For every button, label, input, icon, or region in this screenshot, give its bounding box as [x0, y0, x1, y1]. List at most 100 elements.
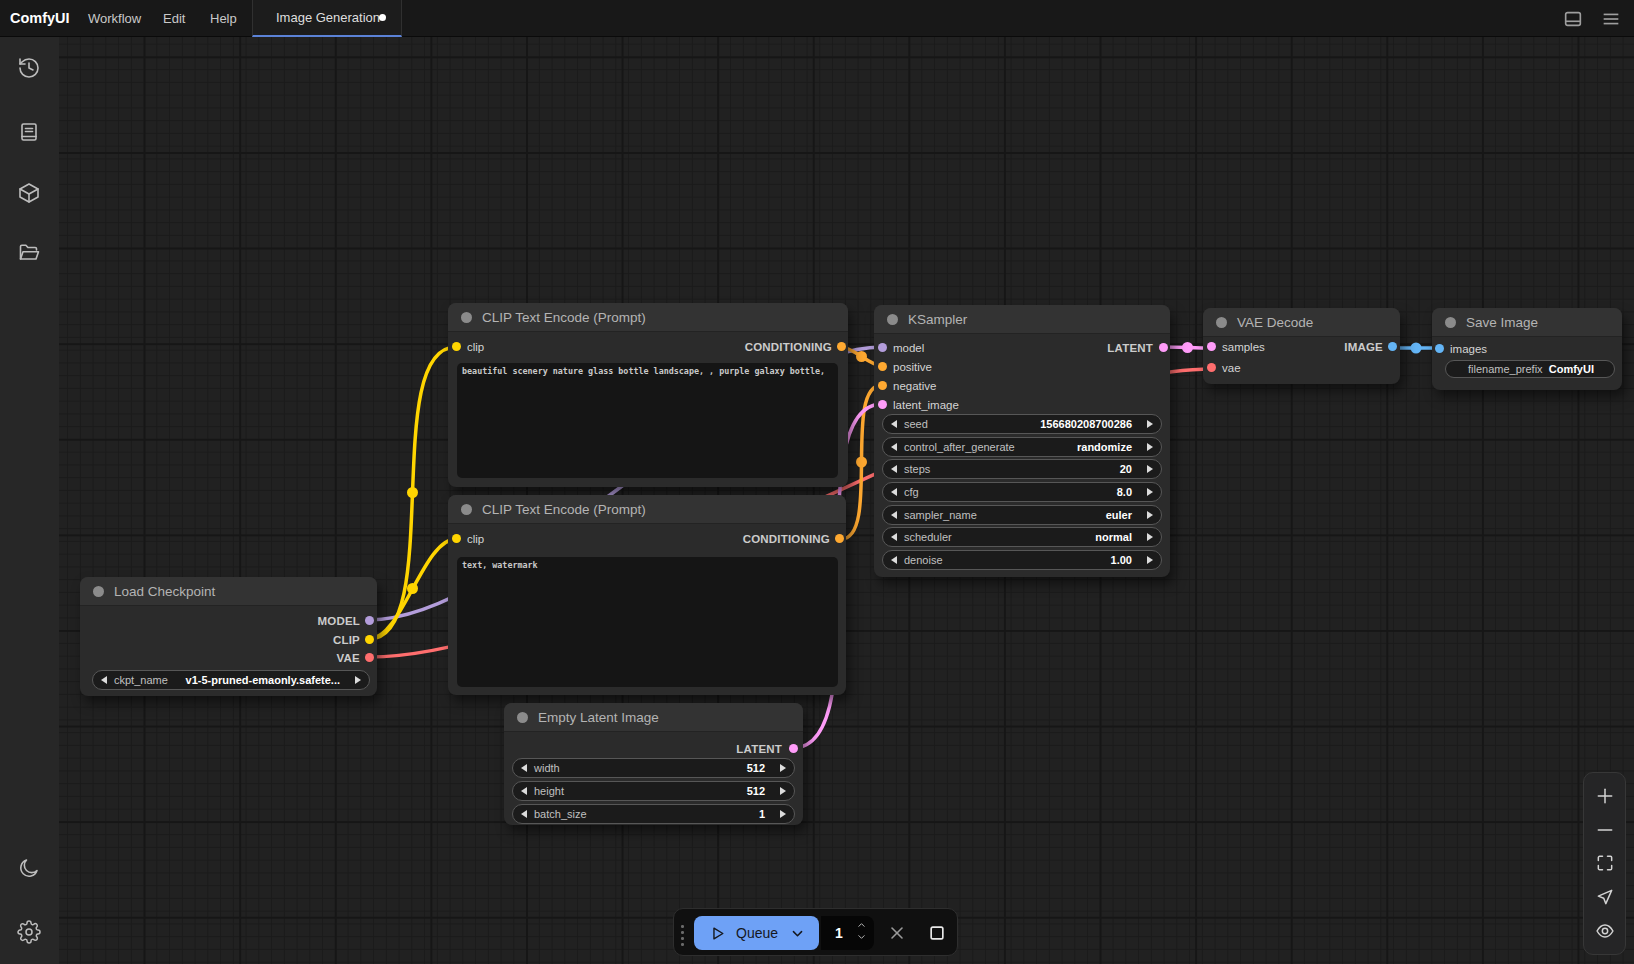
model-library-icon[interactable]: [17, 181, 41, 205]
node-vae-decode[interactable]: VAE Decode samples IMAGE vae: [1203, 308, 1400, 384]
widget-label: filename_prefix: [1468, 363, 1543, 375]
node-header[interactable]: CLIP Text Encode (Prompt): [448, 303, 848, 332]
sampler-name-widget[interactable]: sampler_name euler: [882, 505, 1162, 525]
theme-moon-icon[interactable]: [17, 856, 41, 880]
zoom-out-icon[interactable]: [1595, 820, 1615, 840]
node-header[interactable]: KSampler: [874, 305, 1170, 334]
input-port-latent-image[interactable]: [878, 400, 887, 409]
height-widget[interactable]: height 512: [512, 781, 795, 801]
seed-widget[interactable]: seed 156680208700286: [882, 414, 1162, 434]
node-header[interactable]: CLIP Text Encode (Prompt): [448, 495, 846, 524]
output-port-vae[interactable]: [365, 653, 374, 662]
next-value-arrow[interactable]: [1147, 556, 1153, 564]
next-value-arrow[interactable]: [1147, 443, 1153, 451]
workflow-tab[interactable]: Image Generation: [252, 0, 402, 37]
menu-help[interactable]: Help: [210, 0, 237, 37]
node-load-checkpoint[interactable]: Load Checkpoint MODEL CLIP VAE ckpt_name…: [80, 577, 377, 696]
node-clip-text-encode-negative[interactable]: CLIP Text Encode (Prompt) clip CONDITION…: [448, 495, 846, 695]
queue-button[interactable]: Queue: [694, 916, 819, 950]
scheduler-widget[interactable]: scheduler normal: [882, 527, 1162, 547]
next-value-arrow[interactable]: [780, 764, 786, 772]
ckpt-name-widget[interactable]: ckpt_name v1-5-pruned-emaonly.safete...: [92, 670, 370, 690]
fit-view-icon[interactable]: [1595, 853, 1615, 873]
menubar: ComfyUI Workflow Edit Help Image Generat…: [0, 0, 1634, 37]
zoom-in-icon[interactable]: [1595, 786, 1615, 806]
prev-value-arrow[interactable]: [891, 488, 897, 496]
prev-value-arrow[interactable]: [891, 420, 897, 428]
toggle-link-visibility-icon[interactable]: [1595, 921, 1615, 941]
prompt-textarea[interactable]: text, watermark: [457, 557, 838, 687]
input-port-clip[interactable]: [452, 342, 461, 351]
input-port-vae[interactable]: [1207, 363, 1216, 372]
input-port-model[interactable]: [878, 343, 887, 352]
batch-count-input[interactable]: 1: [821, 916, 874, 950]
output-port-conditioning[interactable]: [835, 534, 844, 543]
io-row: latent_image: [874, 395, 1170, 414]
next-value-arrow[interactable]: [1147, 488, 1153, 496]
node-clip-text-encode-positive[interactable]: CLIP Text Encode (Prompt) clip CONDITION…: [448, 303, 848, 487]
input-port-images[interactable]: [1435, 344, 1444, 353]
output-port-model[interactable]: [365, 616, 374, 625]
logs-icon[interactable]: [17, 120, 41, 144]
prev-value-arrow[interactable]: [891, 556, 897, 564]
next-value-arrow[interactable]: [1147, 533, 1153, 541]
input-port-clip[interactable]: [452, 534, 461, 543]
control-after-generate-widget[interactable]: control_after_generate randomize: [882, 437, 1162, 457]
prev-value-arrow[interactable]: [521, 787, 527, 795]
node-title: CLIP Text Encode (Prompt): [482, 310, 646, 325]
output-port-latent[interactable]: [1159, 343, 1168, 352]
menu-icon[interactable]: [1600, 8, 1622, 30]
input-port-positive[interactable]: [878, 362, 887, 371]
node-status-dot: [461, 504, 472, 515]
next-value-arrow[interactable]: [355, 676, 361, 684]
node-empty-latent-image[interactable]: Empty Latent Image LATENT width 512 heig…: [504, 703, 803, 825]
navigate-cursor-icon[interactable]: [1595, 887, 1615, 907]
workflows-folder-icon[interactable]: [17, 241, 41, 265]
clear-queue-icon[interactable]: [887, 923, 907, 943]
next-value-arrow[interactable]: [780, 787, 786, 795]
prev-value-arrow[interactable]: [521, 810, 527, 818]
prev-value-arrow[interactable]: [891, 511, 897, 519]
input-port-samples[interactable]: [1207, 342, 1216, 351]
steps-widget[interactable]: steps 20: [882, 459, 1162, 479]
io-row: clip CONDITIONING: [448, 529, 846, 548]
input-port-negative[interactable]: [878, 381, 887, 390]
prev-value-arrow[interactable]: [891, 533, 897, 541]
menu-workflow[interactable]: Workflow: [88, 0, 141, 37]
next-value-arrow[interactable]: [1147, 420, 1153, 428]
panel-toggle-icon[interactable]: [1562, 8, 1584, 30]
widget-label: cfg: [904, 486, 919, 498]
prev-value-arrow[interactable]: [101, 676, 107, 684]
node-header[interactable]: Empty Latent Image: [504, 703, 803, 732]
prompt-textarea[interactable]: beautiful scenery nature glass bottle la…: [457, 363, 838, 478]
next-value-arrow[interactable]: [1147, 465, 1153, 473]
input-label: latent_image: [893, 399, 959, 411]
batch-size-widget[interactable]: batch_size 1: [512, 804, 795, 824]
node-header[interactable]: VAE Decode: [1203, 308, 1400, 337]
filename-prefix-widget[interactable]: filename_prefix ComfyUI: [1445, 360, 1615, 378]
menu-edit[interactable]: Edit: [163, 0, 185, 37]
node-header[interactable]: Load Checkpoint: [80, 577, 377, 606]
stop-icon[interactable]: [927, 923, 947, 943]
node-save-image[interactable]: Save Image images filename_prefix ComfyU…: [1432, 308, 1622, 390]
output-port-image[interactable]: [1388, 342, 1397, 351]
settings-gear-icon[interactable]: [17, 920, 41, 944]
output-port-latent[interactable]: [789, 744, 798, 753]
next-value-arrow[interactable]: [780, 810, 786, 818]
node-header[interactable]: Save Image: [1432, 308, 1622, 337]
output-port-clip[interactable]: [365, 635, 374, 644]
drag-handle[interactable]: [681, 925, 684, 946]
output-port-conditioning[interactable]: [837, 342, 846, 351]
next-value-arrow[interactable]: [1147, 511, 1153, 519]
prev-value-arrow[interactable]: [891, 465, 897, 473]
graph-canvas[interactable]: [59, 37, 1634, 964]
denoise-widget[interactable]: denoise 1.00: [882, 550, 1162, 570]
widget-label: batch_size: [534, 808, 587, 820]
app-logo[interactable]: ComfyUI: [10, 0, 70, 37]
prev-value-arrow[interactable]: [521, 764, 527, 772]
history-icon[interactable]: [17, 56, 41, 80]
node-ksampler[interactable]: KSampler model LATENT positive negative …: [874, 305, 1170, 577]
prev-value-arrow[interactable]: [891, 443, 897, 451]
width-widget[interactable]: width 512: [512, 758, 795, 778]
cfg-widget[interactable]: cfg 8.0: [882, 482, 1162, 502]
